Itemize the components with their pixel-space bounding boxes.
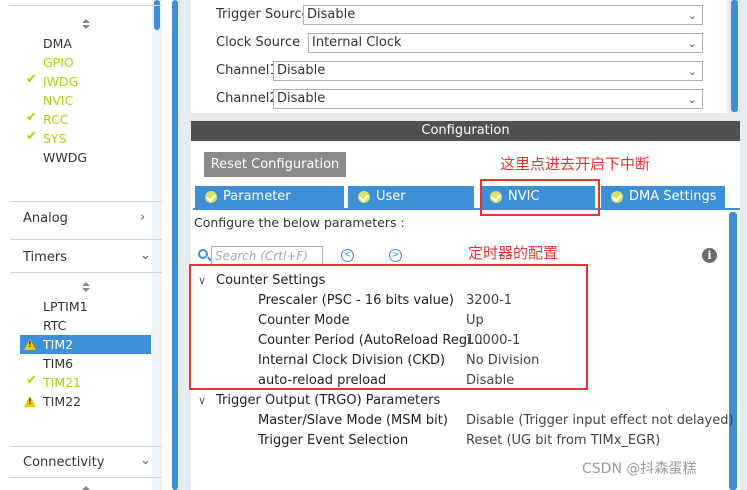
group-trigger-output[interactable]: ∨ Trigger Output (TRGO) Parameters xyxy=(198,393,440,408)
scroll-up-icon[interactable] xyxy=(82,19,90,23)
category-analog[interactable]: Analog xyxy=(23,211,68,226)
tab-parameter-settings[interactable]: Parameter Settings xyxy=(195,186,344,226)
configuration-header: Configuration xyxy=(191,121,740,141)
nvic-highlight-box xyxy=(480,179,600,216)
channel1-select[interactable]: Disable ⌄ xyxy=(273,61,703,81)
channel1-value: Disable xyxy=(277,63,326,78)
reset-configuration-button[interactable]: Reset Configuration xyxy=(204,152,346,177)
sidebar-item-wwdg[interactable]: WWDG xyxy=(43,148,87,167)
chevron-down-icon[interactable]: ⌄ xyxy=(140,248,151,263)
clock-source-label: Clock Source xyxy=(216,35,301,50)
check-circle-icon xyxy=(611,191,623,203)
sidebar-item-tim22[interactable]: TIM22 xyxy=(43,392,81,411)
warning-icon: ! xyxy=(24,339,36,350)
chevron-right-icon[interactable]: › xyxy=(140,210,145,225)
sidebar-item-nvic[interactable]: NVIC xyxy=(43,91,73,110)
sidebar: DMA GPIO ✔ IWDG NVIC ✔ RCC ✔ SYS WWDG An… xyxy=(0,0,162,490)
trigger-source-select[interactable]: Disable ⌄ xyxy=(303,5,703,25)
divider xyxy=(10,446,162,447)
category-connectivity[interactable]: Connectivity xyxy=(23,455,104,470)
scroll-down-icon[interactable] xyxy=(82,288,90,292)
chevron-down-icon[interactable]: ∨ xyxy=(198,394,216,407)
warning-icon: ! xyxy=(24,396,36,407)
search-icon xyxy=(198,249,208,259)
tab-dma-settings[interactable]: DMA Settings xyxy=(601,186,725,208)
divider xyxy=(10,5,162,6)
tab-label: DMA Settings xyxy=(629,189,717,204)
param-value[interactable]: Disable (Trigger input effect not delaye… xyxy=(466,413,734,428)
check-circle-icon xyxy=(205,191,217,203)
chevron-down-icon[interactable]: ⌄ xyxy=(688,7,697,25)
search-input[interactable]: Search (Crtl+F) xyxy=(211,246,323,266)
mode-panel: Trigger Source Disable ⌄ Clock Source In… xyxy=(191,0,727,113)
sidebar-item-tim21[interactable]: TIM21 xyxy=(43,373,81,392)
sidebar-item-iwdg[interactable]: IWDG xyxy=(43,72,78,91)
sidebar-scrollbar[interactable] xyxy=(152,0,162,490)
mode-scrollbar[interactable] xyxy=(731,0,738,112)
chevron-down-icon[interactable]: ⌄ xyxy=(688,91,697,109)
divider xyxy=(10,272,162,273)
check-icon: ✔ xyxy=(26,72,37,87)
channel2-label: Channel2 xyxy=(216,91,278,106)
sidebar-item-gpio[interactable]: GPIO xyxy=(43,53,74,72)
tab-strip-underline xyxy=(193,208,740,210)
sidebar-item-dma[interactable]: DMA xyxy=(43,34,72,53)
configuration-description: Configure the below parameters : xyxy=(194,215,405,230)
sidebar-item-tim2[interactable]: TIM2 xyxy=(20,335,151,354)
configuration-scrollbar[interactable] xyxy=(729,212,737,490)
category-timers[interactable]: Timers xyxy=(23,250,67,265)
param-name: Master/Slave Mode (MSM bit) xyxy=(258,413,448,428)
channel2-value: Disable xyxy=(277,91,326,106)
group-title: Trigger Output (TRGO) Parameters xyxy=(216,393,441,408)
divider xyxy=(10,477,162,478)
chevron-down-icon[interactable]: ⌄ xyxy=(140,453,151,468)
channel2-select[interactable]: Disable ⌄ xyxy=(273,89,703,109)
scroll-up-icon[interactable] xyxy=(82,486,90,490)
chevron-down-icon[interactable]: ⌄ xyxy=(688,63,697,81)
search-previous-icon[interactable]: < xyxy=(341,249,354,262)
timer-annotation: 定时器的配置 xyxy=(468,244,559,262)
scroll-up-icon[interactable] xyxy=(82,282,90,286)
param-name: Trigger Event Selection xyxy=(258,433,409,448)
chevron-down-icon[interactable]: ⌄ xyxy=(688,35,697,53)
info-icon[interactable]: i xyxy=(702,248,717,263)
clock-source-value: Internal Clock xyxy=(312,35,402,50)
search-next-icon[interactable]: > xyxy=(389,249,402,262)
divider xyxy=(10,201,162,202)
counter-settings-highlight-box xyxy=(189,264,588,390)
param-value[interactable]: Reset (UG bit from TIMx_EGR) xyxy=(466,433,660,448)
trigger-source-label: Trigger Source xyxy=(216,7,310,22)
check-icon: ✔ xyxy=(26,110,37,125)
sidebar-item-lptim1[interactable]: LPTIM1 xyxy=(43,297,88,316)
sidebar-item-rtc[interactable]: RTC xyxy=(43,316,66,335)
check-icon: ✔ xyxy=(26,373,37,388)
nvic-annotation: 这里点进去开启下中断 xyxy=(500,155,651,173)
check-circle-icon xyxy=(358,191,370,203)
tab-user-constants[interactable]: User Constants xyxy=(348,186,474,226)
sidebar-item-rcc[interactable]: RCC xyxy=(43,110,69,129)
sidebar-item-tim6[interactable]: TIM6 xyxy=(43,354,73,373)
channel1-label: Channel1 xyxy=(216,63,278,78)
check-icon: ✔ xyxy=(26,129,37,144)
divider xyxy=(10,239,162,240)
trigger-source-value: Disable xyxy=(307,7,356,22)
clock-source-select[interactable]: Internal Clock ⌄ xyxy=(308,33,703,53)
sidebar-item-sys[interactable]: SYS xyxy=(43,129,67,148)
watermark: CSDN @抖森蛋糕 xyxy=(582,461,697,477)
scroll-down-icon[interactable] xyxy=(82,25,90,29)
